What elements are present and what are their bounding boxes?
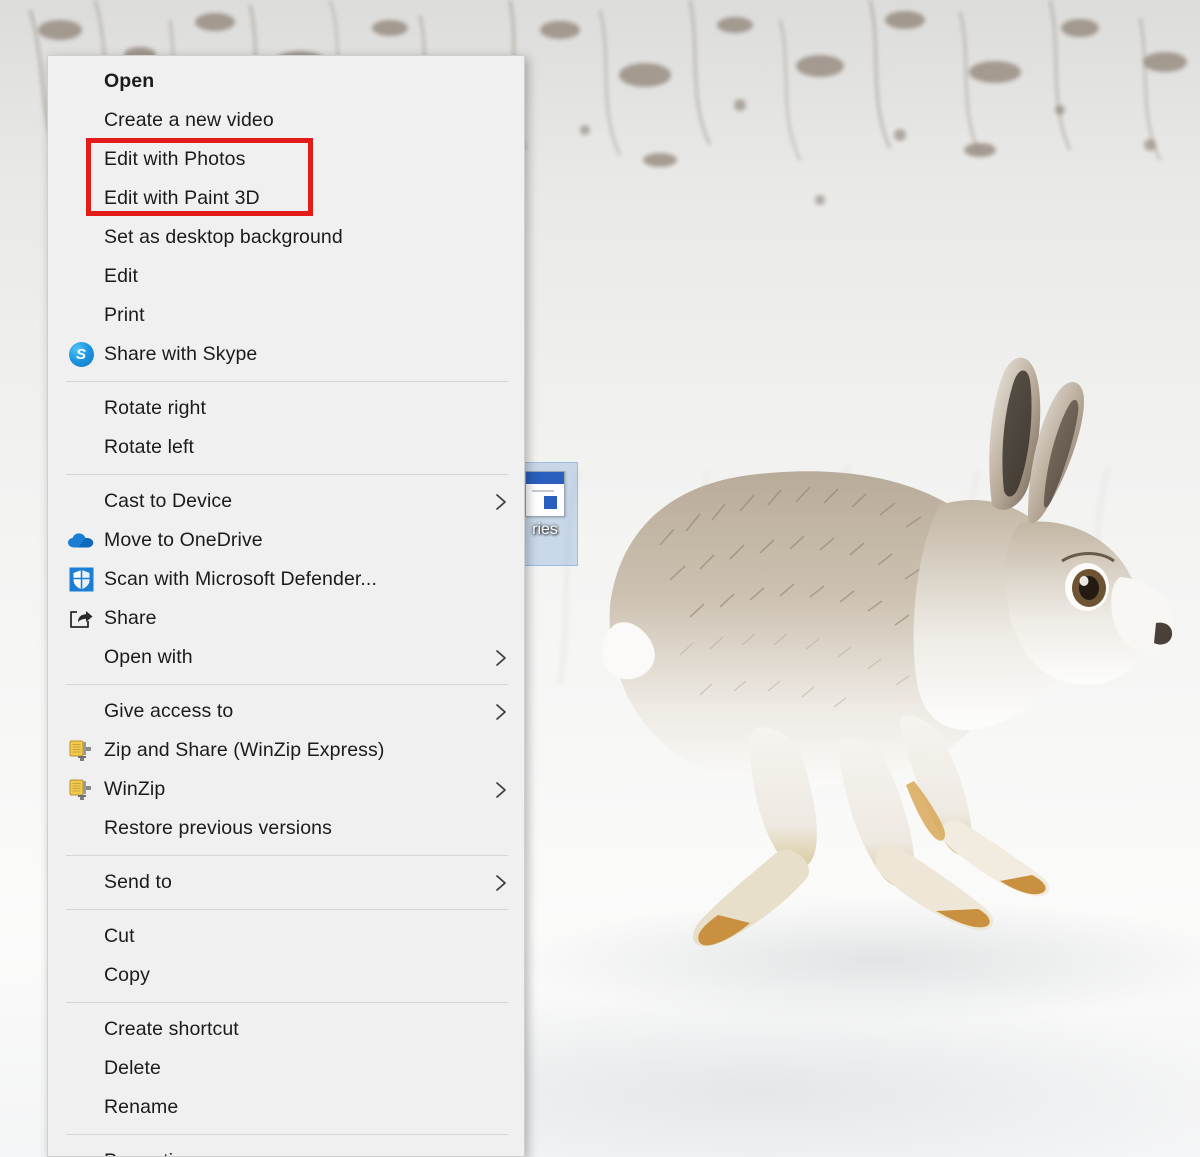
menu-item-label: Move to OneDrive (104, 529, 263, 551)
menu-item-label: Share (104, 607, 157, 629)
open-icon-slot (64, 69, 98, 95)
rename-icon-slot (64, 1095, 98, 1121)
menu-item-label: Open (104, 70, 155, 92)
menu-item-edit[interactable]: Edit (48, 257, 524, 296)
desktop-icon-glyph (525, 471, 565, 517)
rotate-right-icon-slot (64, 396, 98, 422)
properties-icon-slot (64, 1149, 98, 1157)
menu-item-label: Edit with Paint 3D (104, 187, 260, 209)
menu-item-label: Create shortcut (104, 1018, 239, 1040)
menu-separator (66, 684, 508, 685)
menu-separator (66, 381, 508, 382)
hare-illustration (602, 357, 1174, 947)
menu-item-send-to[interactable]: Send to (48, 863, 524, 902)
chevron-right-icon (496, 493, 506, 510)
menu-item-share-with-skype[interactable]: S Share with Skype (48, 335, 524, 374)
menu-item-zip-and-share-winzip-express[interactable]: Zip and Share (WinZip Express) (48, 731, 524, 770)
menu-item-label: Rotate right (104, 397, 207, 419)
edit-photos-icon-slot (64, 147, 98, 173)
menu-item-label: Zip and Share (WinZip Express) (104, 739, 385, 761)
menu-item-label: WinZip (104, 778, 166, 800)
menu-item-delete[interactable]: Delete (48, 1049, 524, 1088)
rotate-left-icon-slot (64, 435, 98, 461)
menu-item-create-a-new-video[interactable]: Create a new video (48, 101, 524, 140)
menu-item-rotate-right[interactable]: Rotate right (48, 389, 524, 428)
menu-separator (66, 1134, 508, 1135)
menu-item-open[interactable]: Open (48, 62, 524, 101)
chevron-right-icon (496, 703, 506, 720)
menu-item-edit-with-paint-3d[interactable]: Edit with Paint 3D (48, 179, 524, 218)
menu-item-label: Delete (104, 1057, 161, 1079)
menu-item-rename[interactable]: Rename (48, 1088, 524, 1127)
menu-separator (66, 1002, 508, 1003)
skype-icon: S (64, 342, 98, 368)
create-video-icon-slot (64, 108, 98, 134)
menu-item-create-shortcut[interactable]: Create shortcut (48, 1010, 524, 1049)
onedrive-cloud-icon (64, 528, 98, 554)
menu-item-label: Scan with Microsoft Defender... (104, 568, 377, 590)
menu-separator (66, 855, 508, 856)
chevron-right-icon (496, 649, 506, 666)
menu-item-label: Edit (104, 265, 139, 287)
menu-item-move-to-onedrive[interactable]: Move to OneDrive (48, 521, 524, 560)
menu-item-label: Rotate left (104, 436, 194, 458)
menu-item-share[interactable]: Share (48, 599, 524, 638)
cast-icon-slot (64, 489, 98, 515)
menu-item-label: Cast to Device (104, 490, 233, 512)
menu-item-label: Copy (104, 964, 150, 986)
menu-item-print[interactable]: Print (48, 296, 524, 335)
copy-icon-slot (64, 963, 98, 989)
create-shortcut-icon-slot (64, 1017, 98, 1043)
print-icon-slot (64, 303, 98, 329)
menu-item-open-with[interactable]: Open with (48, 638, 524, 677)
context-menu[interactable]: Open Create a new video Edit with Photos… (47, 55, 525, 1157)
delete-icon-slot (64, 1056, 98, 1082)
menu-item-winzip[interactable]: WinZip (48, 770, 524, 809)
winzip-icon (64, 777, 98, 803)
menu-item-scan-with-microsoft-defender[interactable]: Scan with Microsoft Defender... (48, 560, 524, 599)
chevron-right-icon (496, 874, 506, 891)
menu-item-set-as-desktop-background[interactable]: Set as desktop background (48, 218, 524, 257)
menu-item-edit-with-photos[interactable]: Edit with Photos (48, 140, 524, 179)
menu-item-give-access-to[interactable]: Give access to (48, 692, 524, 731)
menu-item-label: Open with (104, 646, 193, 668)
menu-item-restore-previous-versions[interactable]: Restore previous versions (48, 809, 524, 848)
menu-separator (66, 474, 508, 475)
menu-item-label: Set as desktop background (104, 226, 343, 248)
winzip-icon (64, 738, 98, 764)
menu-item-label: Edit with Photos (104, 148, 246, 170)
cut-icon-slot (64, 924, 98, 950)
menu-item-copy[interactable]: Copy (48, 956, 524, 995)
menu-separator (66, 909, 508, 910)
defender-shield-icon (64, 567, 98, 593)
edit-paint3d-icon-slot (64, 186, 98, 212)
menu-item-label: Send to (104, 871, 172, 893)
menu-item-cut[interactable]: Cut (48, 917, 524, 956)
menu-item-properties[interactable]: Properties (48, 1142, 524, 1157)
restore-versions-icon-slot (64, 816, 98, 842)
menu-item-label: Print (104, 304, 145, 326)
menu-item-rotate-left[interactable]: Rotate left (48, 428, 524, 467)
menu-item-label: Cut (104, 925, 135, 947)
menu-item-label: Share with Skype (104, 343, 258, 365)
open-with-icon-slot (64, 645, 98, 671)
edit-icon-slot (64, 264, 98, 290)
share-arrow-icon (64, 606, 98, 632)
menu-item-label: Properties (104, 1150, 194, 1156)
menu-item-cast-to-device[interactable]: Cast to Device (48, 482, 524, 521)
set-background-icon-slot (64, 225, 98, 251)
chevron-right-icon (496, 781, 506, 798)
menu-item-label: Create a new video (104, 109, 274, 131)
menu-item-label: Restore previous versions (104, 817, 332, 839)
give-access-icon-slot (64, 699, 98, 725)
menu-item-label: Give access to (104, 700, 234, 722)
menu-item-label: Rename (104, 1096, 179, 1118)
screen-root: ries Open Create a new video Edit with P… (0, 0, 1200, 1157)
send-to-icon-slot (64, 870, 98, 896)
